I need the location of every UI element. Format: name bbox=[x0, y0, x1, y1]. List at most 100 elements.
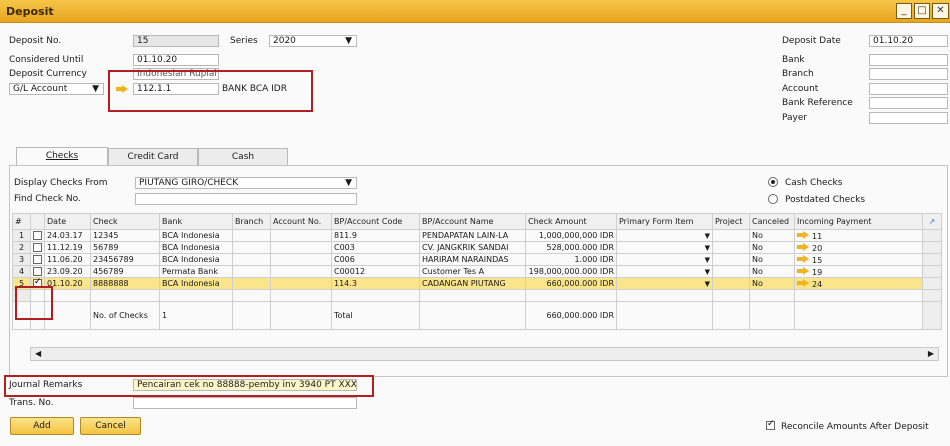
row-checkbox[interactable] bbox=[30, 265, 45, 278]
cell-incoming-payment[interactable]: 24 bbox=[794, 277, 923, 290]
cell-incoming-payment[interactable]: 20 bbox=[794, 241, 923, 254]
tab-checks[interactable]: Checks bbox=[16, 147, 108, 165]
add-button[interactable]: Add bbox=[10, 417, 74, 435]
col-header[interactable]: # bbox=[12, 213, 31, 230]
table-header-row: # Date Check Bank Branch Account No. BP/… bbox=[12, 213, 942, 230]
table-row[interactable]: 3 11.06.20 23456789 BCA Indonesia C006 HARIRA… bbox=[12, 253, 942, 266]
deposit-currency-select[interactable]: Indonesian Rupiah bbox=[133, 68, 219, 80]
cell-scroll bbox=[922, 241, 942, 254]
bank-reference-field[interactable] bbox=[869, 97, 948, 109]
link-arrow-icon[interactable] bbox=[797, 266, 809, 275]
reconcile-label: Reconcile Amounts After Deposit bbox=[781, 422, 929, 432]
postdated-checks-radio[interactable] bbox=[768, 194, 778, 204]
considered-until-field[interactable]: 01.10.20 bbox=[133, 54, 219, 66]
col-header[interactable]: Check Amount bbox=[525, 213, 617, 230]
col-header[interactable]: Project bbox=[712, 213, 750, 230]
cell-incoming-payment[interactable]: 11 bbox=[794, 229, 923, 242]
chevron-down-icon[interactable]: ▼ bbox=[705, 280, 710, 288]
minimize-button[interactable]: _ bbox=[896, 3, 912, 19]
col-header[interactable] bbox=[30, 213, 45, 230]
row-number: 4 bbox=[12, 265, 31, 278]
scroll-right-icon[interactable]: ▶ bbox=[928, 349, 934, 358]
payer-field[interactable] bbox=[869, 112, 948, 124]
window-title: Deposit bbox=[6, 5, 54, 18]
bank-label: Bank bbox=[782, 55, 805, 65]
account-field[interactable] bbox=[869, 83, 948, 95]
cash-checks-radio[interactable] bbox=[768, 177, 778, 187]
cell-bp-name: PENDAPATAN LAIN-LA bbox=[419, 229, 526, 242]
close-button[interactable]: ✕ bbox=[932, 3, 949, 19]
chevron-down-icon[interactable]: ▼ bbox=[705, 244, 710, 252]
table-row[interactable]: 4 23.09.20 456789 Permata Bank C00012 Custome… bbox=[12, 265, 942, 278]
cell-incoming-payment[interactable]: 19 bbox=[794, 265, 923, 278]
account-label: Account bbox=[782, 84, 819, 94]
link-arrow-icon[interactable] bbox=[797, 242, 809, 251]
scroll-left-icon[interactable]: ◀ bbox=[35, 349, 41, 358]
row-checkbox[interactable] bbox=[30, 277, 45, 290]
link-arrow-icon[interactable] bbox=[797, 254, 809, 263]
link-arrow-icon[interactable] bbox=[797, 230, 809, 239]
gl-account-type-select[interactable]: G/L Account ▼ bbox=[9, 83, 104, 95]
series-select[interactable]: 2020 ▼ bbox=[269, 35, 357, 47]
col-header[interactable]: Primary Form Item bbox=[616, 213, 713, 230]
journal-remarks-input[interactable]: Pencairan cek no 88888-pemby inv 3940 PT… bbox=[133, 379, 357, 391]
cell-bp-name: Customer Tes A bbox=[419, 265, 526, 278]
deposit-date-field[interactable]: 01.10.20 bbox=[869, 35, 948, 47]
col-header[interactable]: Incoming Payment bbox=[794, 213, 923, 230]
table-row[interactable]: 5 01.10.208888888BCA Indonesia 114.3CADANG… bbox=[12, 277, 942, 290]
col-header[interactable]: Branch bbox=[232, 213, 271, 230]
find-check-input[interactable] bbox=[135, 193, 357, 205]
branch-field[interactable] bbox=[869, 68, 948, 80]
bank-field[interactable] bbox=[869, 54, 948, 66]
chevron-down-icon[interactable]: ▼ bbox=[705, 256, 710, 264]
table-row[interactable]: 2 11.12.19 56789 BCA Indonesia C003 CV. JANGK… bbox=[12, 241, 942, 254]
table-row[interactable]: 1 24.03.17 12345 BCA Indonesia 811.9 PENDAPAT… bbox=[12, 229, 942, 242]
chevron-down-icon: ▼ bbox=[345, 36, 352, 46]
select-checkbox[interactable] bbox=[33, 243, 42, 252]
col-header[interactable]: Date bbox=[44, 213, 91, 230]
trans-no-field[interactable] bbox=[133, 397, 357, 409]
link-arrow-icon[interactable] bbox=[116, 85, 128, 96]
chevron-down-icon[interactable]: ▼ bbox=[705, 268, 710, 276]
link-arrow-icon[interactable] bbox=[797, 278, 809, 287]
cell-incoming-payment[interactable]: 15 bbox=[794, 253, 923, 266]
maximize-button[interactable]: □ bbox=[914, 3, 930, 19]
cell-form-item[interactable]: ▼ bbox=[616, 253, 713, 266]
display-checks-from-select[interactable]: PIUTANG GIRO/CHECK ▼ bbox=[135, 177, 357, 189]
select-checkbox[interactable] bbox=[33, 279, 42, 288]
tab-cash[interactable]: Cash bbox=[198, 148, 288, 165]
select-checkbox[interactable] bbox=[33, 267, 42, 276]
cell-bank: BCA Indonesia bbox=[159, 253, 233, 266]
cancel-button[interactable]: Cancel bbox=[80, 417, 141, 435]
cell-scroll bbox=[922, 265, 942, 278]
row-checkbox[interactable] bbox=[30, 253, 45, 266]
incoming-payment-value: 11 bbox=[812, 231, 823, 241]
reconcile-checkbox[interactable] bbox=[766, 419, 775, 431]
gl-account-field[interactable]: 112.1.1 bbox=[133, 83, 219, 95]
horizontal-scrollbar[interactable]: ◀ ▶ bbox=[30, 347, 939, 361]
chevron-down-icon[interactable]: ▼ bbox=[705, 232, 710, 240]
col-header[interactable]: Check bbox=[90, 213, 160, 230]
col-header[interactable]: Account No. bbox=[270, 213, 332, 230]
cell-form-item[interactable]: ▼ bbox=[616, 241, 713, 254]
cell-form-item[interactable]: ▼ bbox=[616, 277, 713, 290]
col-header[interactable]: Bank bbox=[159, 213, 233, 230]
chevron-down-icon: ▼ bbox=[345, 178, 352, 188]
col-header[interactable]: BP/Account Name bbox=[419, 213, 526, 230]
tab-credit-card[interactable]: Credit Card bbox=[108, 148, 198, 165]
select-checkbox[interactable] bbox=[33, 255, 42, 264]
expand-icon[interactable]: ↗ bbox=[922, 213, 942, 230]
cell-bp-name: CADANGAN PIUTANG bbox=[419, 277, 526, 290]
col-header[interactable]: Canceled bbox=[749, 213, 795, 230]
cell-form-item[interactable]: ▼ bbox=[616, 229, 713, 242]
empty-row bbox=[12, 289, 942, 302]
cell-check: 23456789 bbox=[90, 253, 160, 266]
cell-form-item[interactable]: ▼ bbox=[616, 265, 713, 278]
cell-account bbox=[270, 241, 332, 254]
deposit-no-field[interactable]: 15 bbox=[133, 35, 219, 47]
col-header[interactable]: BP/Account Code bbox=[331, 213, 420, 230]
select-checkbox[interactable] bbox=[33, 231, 42, 240]
cell-scroll bbox=[922, 229, 942, 242]
row-checkbox[interactable] bbox=[30, 229, 45, 242]
row-checkbox[interactable] bbox=[30, 241, 45, 254]
